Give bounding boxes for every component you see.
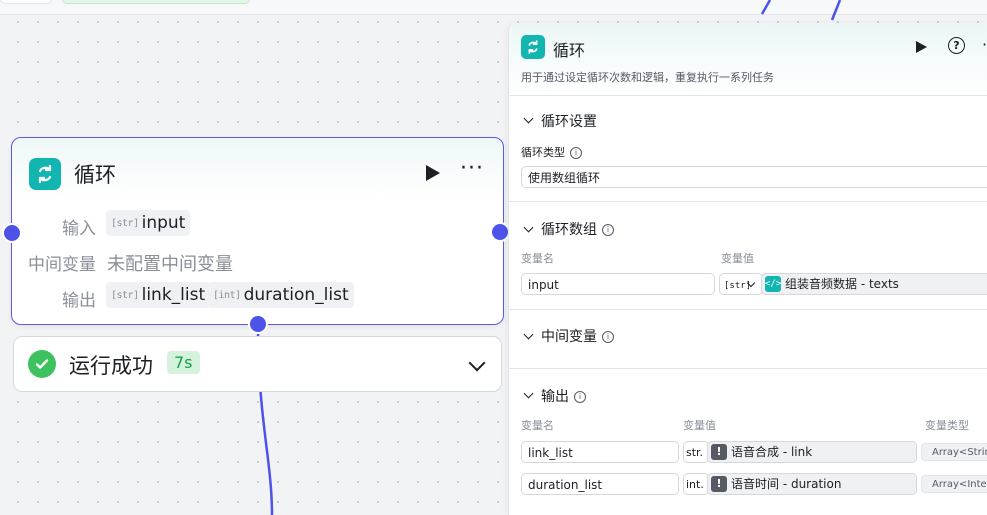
chevron-down-icon[interactable] (523, 388, 534, 399)
section-loop-settings: 循环设置 循环类型 i 使用数组循环 (509, 96, 987, 202)
col-header-value: 变量值 (721, 252, 754, 265)
output-ref-value[interactable]: ! 语音时间 - duration (707, 473, 917, 495)
loop-array-type-select[interactable]: [str] (719, 273, 763, 295)
section-output: 输出 i 变量名 变量值 变量类型 link_list str. ! 语音合成 - … (509, 369, 987, 515)
input-tag: [str] input (106, 210, 191, 236)
output-label: 输出 (62, 291, 96, 311)
loop-type-label: 循环类型 i (521, 144, 582, 160)
info-icon[interactable]: i (602, 331, 614, 343)
output-type-label[interactable]: int. (683, 473, 709, 495)
output-ref-value[interactable]: ! 语音合成 - link (707, 441, 917, 463)
input-port[interactable] (2, 223, 22, 243)
input-label: 输入 (62, 219, 96, 239)
col-header-name: 变量名 (521, 419, 554, 432)
section-title: 中间变量 i (541, 326, 614, 346)
output-name: duration_list (243, 285, 349, 305)
section-title: 输出 i (541, 386, 586, 406)
section-title-text: 输出 (541, 389, 569, 405)
output-type: [int] (213, 289, 241, 301)
section-title-text: 中间变量 (541, 329, 597, 345)
info-icon[interactable]: i (602, 224, 614, 236)
loop-icon (29, 158, 61, 190)
mid-label: 中间变量 (28, 255, 96, 275)
node-settings-panel: 循环 ? ··· 用于通过设定循环次数和逻辑，重复执行一系列任务 循环设置 循环… (508, 23, 987, 515)
panel-header: 循环 ? ··· 用于通过设定循环次数和逻辑，重复执行一系列任务 (509, 23, 987, 96)
code-icon: </> (765, 276, 781, 292)
section-title: 循环设置 (541, 114, 597, 130)
section-title: 循环数组 i (541, 219, 614, 239)
loop-node[interactable]: 循环 ··· 输入 [str] input 中间变量 未配置中间变量 输出 [s… (11, 137, 504, 325)
output-name: link_list (141, 285, 206, 305)
ref-text: 语音时间 - duration (731, 477, 842, 491)
output-name-input[interactable]: duration_list (521, 473, 679, 495)
col-header-type: 变量类型 (925, 419, 969, 432)
loop-array-name-input[interactable]: input (521, 273, 715, 295)
run-icon[interactable] (426, 165, 440, 181)
success-check-icon (28, 350, 56, 378)
loop-icon (521, 35, 545, 59)
output-type: [str] (111, 289, 139, 301)
loop-body-port[interactable] (248, 314, 268, 334)
run-status-bar[interactable]: 运行成功 7s (13, 336, 502, 392)
loop-array-ref-value[interactable]: </> 组装音频数据 - texts (761, 273, 987, 295)
section-title-text: 循环数组 (541, 222, 597, 238)
output-port[interactable] (490, 222, 510, 242)
output-tag-link-list: [str] link_list (106, 282, 211, 308)
section-intermediate-vars: 中间变量 i (509, 310, 987, 369)
connection-edge-top (760, 0, 772, 15)
chevron-down-icon[interactable] (468, 354, 486, 372)
input-type: [str] (111, 217, 139, 229)
status-text: 运行成功 (69, 354, 153, 378)
ref-text: 语音合成 - link (731, 445, 813, 459)
loop-type-select[interactable]: 使用数组循环 (521, 166, 987, 188)
node-title: 循环 (74, 163, 116, 187)
col-header-name: 变量名 (521, 252, 554, 265)
warning-icon: ! (711, 476, 727, 492)
output-name-input[interactable]: link_list (521, 441, 679, 463)
connection-edge-top-right (830, 0, 842, 21)
ref-text: 组装音频数据 - texts (785, 277, 899, 291)
chevron-down-icon[interactable] (523, 113, 534, 124)
chevron-down-icon[interactable] (523, 329, 534, 340)
panel-description: 用于通过设定循环次数和逻辑，重复执行一系列任务 (521, 71, 774, 84)
more-icon[interactable]: ··· (460, 158, 484, 180)
warning-icon: ! (711, 444, 727, 460)
info-icon[interactable]: i (570, 147, 582, 159)
output-type-label[interactable]: str. (683, 441, 709, 463)
panel-title: 循环 (553, 41, 586, 60)
run-icon[interactable] (916, 41, 927, 53)
loop-type-label-text: 循环类型 (521, 146, 565, 159)
more-icon[interactable]: ··· (982, 35, 987, 54)
output-var-type: Array<String> (921, 443, 987, 461)
run-time-badge: 7s (167, 351, 200, 374)
section-loop-array: 循环数组 i 变量名 变量值 input [str] </> 组装音频数据 - te… (509, 202, 987, 310)
mid-value: 未配置中间变量 (107, 254, 233, 275)
output-tag-duration-list: [int] duration_list (208, 282, 354, 308)
output-var-type: Array<Integer> (921, 475, 987, 493)
help-icon[interactable]: ? (948, 37, 965, 54)
input-value: input (141, 213, 186, 233)
chevron-down-icon[interactable] (523, 222, 534, 233)
info-icon[interactable]: i (574, 391, 586, 403)
col-header-value: 变量值 (683, 419, 716, 432)
